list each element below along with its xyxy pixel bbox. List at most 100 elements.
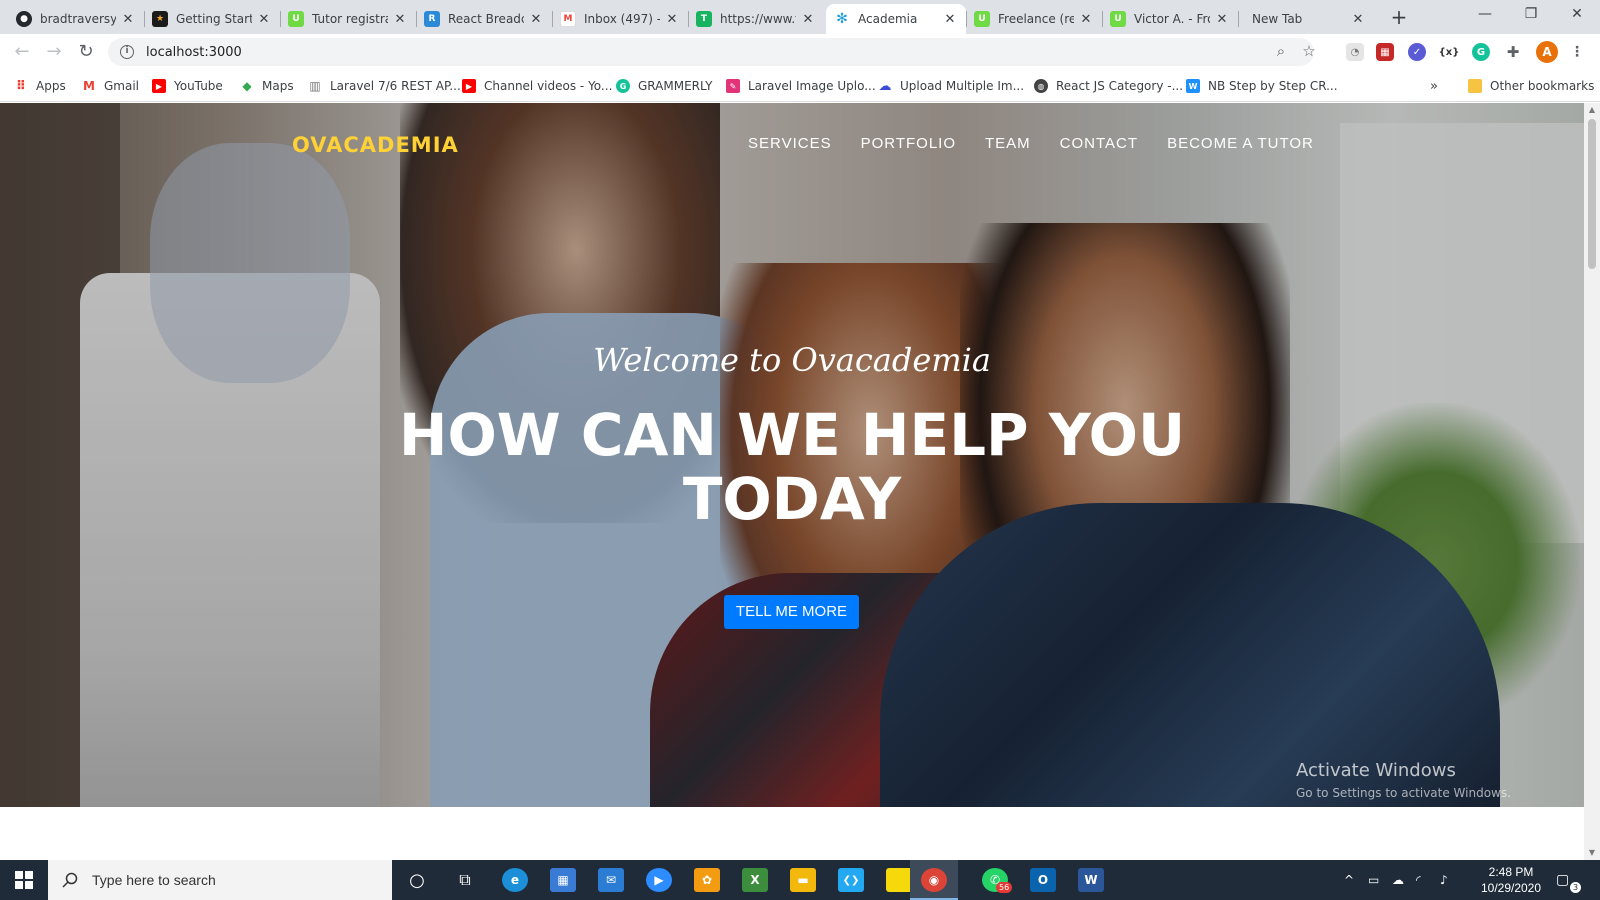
new-tab-button[interactable]: +: [1385, 6, 1413, 30]
image-upload-icon: ✎: [726, 79, 740, 93]
taskbar-search[interactable]: Type here to search: [48, 860, 392, 900]
nav-services[interactable]: SERVICES: [748, 135, 832, 152]
close-icon[interactable]: ✕: [528, 12, 544, 27]
restore-button[interactable]: ❐: [1508, 0, 1554, 30]
extension-clock-icon[interactable]: ◔: [1346, 43, 1364, 61]
cortana-icon[interactable]: ○: [404, 868, 430, 892]
more-bookmarks-chevron-icon[interactable]: »: [1430, 77, 1438, 95]
mail-icon[interactable]: ✉: [598, 868, 624, 892]
chrome-icon[interactable]: ◉: [921, 868, 947, 892]
bookmark-channel-videos[interactable]: ▶ Channel videos - Yo...: [462, 77, 612, 95]
battery-icon[interactable]: ▭: [1368, 860, 1379, 900]
tab-title: React Breadcr: [448, 12, 524, 26]
system-clock[interactable]: 2:48 PM 10/29/2020: [1476, 864, 1546, 896]
window-close-button[interactable]: ✕: [1554, 0, 1600, 30]
bookmark-laravel-image[interactable]: ✎ Laravel Image Uplo...: [726, 77, 876, 95]
tab-title: New Tab: [1252, 12, 1303, 26]
hero-section: OVACADEMIA SERVICES PORTFOLIO TEAM CONTA…: [0, 103, 1584, 807]
outlook-icon[interactable]: O: [1030, 868, 1056, 892]
windows-logo-icon: [15, 871, 33, 889]
nav-team[interactable]: TEAM: [985, 135, 1031, 152]
sticky-notes-icon[interactable]: [886, 868, 912, 892]
vscode-icon[interactable]: ❮❯: [838, 868, 864, 892]
cloud-icon: ☁: [878, 78, 892, 94]
bookmark-nb-step[interactable]: W NB Step by Step CR...: [1186, 77, 1338, 95]
back-button[interactable]: ←: [8, 38, 36, 66]
page-scrollbar[interactable]: ▲ ▼: [1584, 103, 1600, 860]
address-bar[interactable]: i localhost:3000 ⌕ ☆: [108, 38, 1316, 66]
store-icon[interactable]: ▦: [550, 868, 576, 892]
tab-title: Inbox (497) -: [584, 12, 660, 26]
extension-red-icon[interactable]: ▦: [1376, 43, 1394, 61]
wifi-icon[interactable]: ◜: [1416, 860, 1421, 900]
close-icon[interactable]: ✕: [1214, 12, 1230, 27]
zoom-icon[interactable]: ⌕: [1270, 42, 1292, 62]
close-icon[interactable]: ✕: [256, 12, 272, 27]
bookmark-maps[interactable]: ◆ Maps: [240, 77, 293, 95]
scroll-up-icon[interactable]: ▲: [1584, 103, 1600, 117]
minimize-button[interactable]: —: [1462, 0, 1508, 30]
tell-me-more-button[interactable]: TELL ME MORE: [724, 595, 859, 629]
bookmark-star-icon[interactable]: ☆: [1298, 42, 1320, 62]
onedrive-cloud-icon[interactable]: ☁: [1392, 860, 1404, 900]
globe-icon: ◍: [1034, 79, 1048, 93]
close-icon[interactable]: ✕: [664, 12, 680, 27]
task-view-icon[interactable]: ⧉: [452, 868, 478, 892]
bookmark-grammarly[interactable]: G GRAMMERLY: [616, 77, 712, 95]
menu-kebab-icon[interactable]: ⋮: [1568, 43, 1586, 61]
scroll-thumb[interactable]: [1588, 119, 1596, 269]
reload-button[interactable]: ↻: [72, 38, 100, 66]
extension-check-icon[interactable]: ✓: [1408, 43, 1426, 61]
spreadsheet-icon[interactable]: X: [742, 868, 768, 892]
close-icon[interactable]: ✕: [392, 12, 408, 27]
bookmark-upload-multiple[interactable]: ☁ Upload Multiple Im...: [878, 77, 1025, 95]
tab-getting-started[interactable]: ★ Getting Starte ✕: [144, 4, 280, 34]
profile-avatar[interactable]: A: [1536, 41, 1558, 63]
tab-freelance[interactable]: U Freelance (rea ✕: [966, 4, 1102, 34]
maps-icon: ◆: [242, 79, 252, 93]
bookmark-youtube[interactable]: ▶ YouTube: [152, 77, 223, 95]
bookmark-label: Upload Multiple Im...: [900, 79, 1025, 93]
tab-github[interactable]: ● bradtraversy ( ✕: [8, 4, 144, 34]
bookmark-label: GRAMMERLY: [638, 79, 713, 93]
extensions-puzzle-icon[interactable]: ✚: [1504, 43, 1522, 61]
tab-react-breadcrumbs[interactable]: R React Breadcr ✕: [416, 4, 552, 34]
brand-logo[interactable]: OVACADEMIA: [292, 133, 459, 157]
extension-json-icon[interactable]: {x}: [1439, 43, 1459, 61]
start-button[interactable]: [0, 860, 48, 900]
bookmark-laravel-rest[interactable]: ▥ Laravel 7/6 REST AP...: [308, 77, 461, 95]
bookmark-gmail[interactable]: M Gmail: [82, 77, 139, 95]
nav-contact[interactable]: CONTACT: [1060, 135, 1138, 152]
show-hidden-icons-chevron-icon[interactable]: ^: [1344, 860, 1354, 900]
scroll-down-icon[interactable]: ▼: [1584, 846, 1600, 860]
edge-icon[interactable]: e: [502, 868, 528, 892]
close-icon[interactable]: ✕: [1350, 12, 1366, 27]
close-icon[interactable]: ✕: [800, 12, 816, 27]
tab-tutor-registration[interactable]: U Tutor registra ✕: [280, 4, 416, 34]
tab-new-tab[interactable]: New Tab ✕: [1238, 4, 1374, 34]
close-icon[interactable]: ✕: [942, 12, 958, 27]
bookmark-other-bookmarks[interactable]: Other bookmarks: [1468, 77, 1594, 95]
zoom-icon[interactable]: ▶: [646, 868, 672, 892]
notification-center-icon[interactable]: ▢: [1556, 860, 1569, 900]
volume-icon[interactable]: ♪: [1440, 860, 1448, 900]
tab-title: https://www.t: [720, 12, 796, 26]
forward-button[interactable]: →: [40, 38, 68, 66]
app-orange-icon[interactable]: ✿: [694, 868, 720, 892]
tab-academia[interactable]: ✻ Academia ✕: [826, 4, 966, 34]
tab-victor[interactable]: U Victor A. - Fro ✕: [1102, 4, 1238, 34]
bookmark-react-category[interactable]: ◍ React JS Category -...: [1034, 77, 1183, 95]
bookmark-apps[interactable]: ⠿ Apps: [14, 77, 66, 95]
grammarly-icon[interactable]: G: [1472, 43, 1490, 61]
tab-https[interactable]: T https://www.t ✕: [688, 4, 824, 34]
hero-heading: HOW CAN WE HELP YOU TODAY: [340, 403, 1244, 531]
word-icon[interactable]: W: [1078, 868, 1104, 892]
nav-portfolio[interactable]: PORTFOLIO: [861, 135, 956, 152]
bookmark-label: Laravel 7/6 REST AP...: [330, 79, 461, 93]
info-icon[interactable]: i: [120, 45, 134, 59]
file-explorer-icon[interactable]: ▬: [790, 868, 816, 892]
close-icon[interactable]: ✕: [1078, 12, 1094, 27]
tab-gmail-inbox[interactable]: M Inbox (497) - ✕: [552, 4, 688, 34]
close-icon[interactable]: ✕: [120, 12, 136, 27]
nav-become-a-tutor[interactable]: BECOME A TUTOR: [1167, 135, 1314, 152]
